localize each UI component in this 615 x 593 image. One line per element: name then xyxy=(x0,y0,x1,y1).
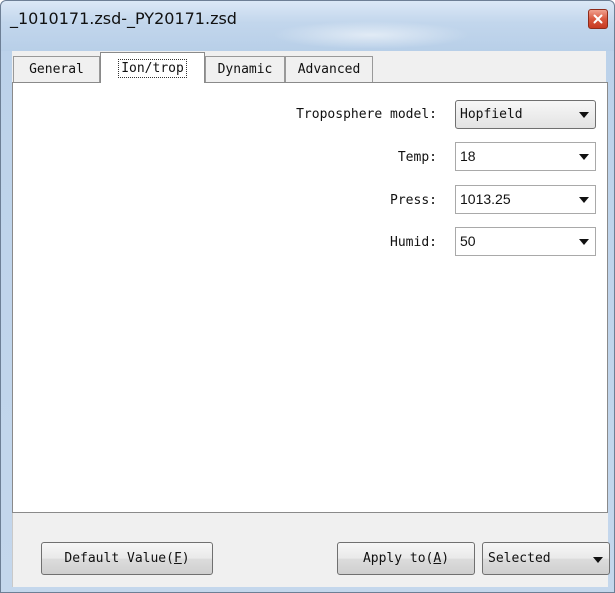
default-value-close: ) xyxy=(181,551,190,566)
temp-value: 18 xyxy=(460,148,476,164)
default-value-accel: F xyxy=(173,551,182,566)
apply-to-accel: A xyxy=(433,551,442,566)
close-button[interactable] xyxy=(588,9,608,29)
tab-advanced[interactable]: Advanced xyxy=(285,56,373,82)
humid-value: 50 xyxy=(460,233,476,249)
humid-label: Humid: xyxy=(390,235,437,250)
press-combo[interactable]: 1013.25 xyxy=(455,185,596,214)
window-title: _1010171.zsd-_PY20171.zsd xyxy=(10,9,237,28)
tab-general-label: General xyxy=(29,62,84,77)
tab-ion-trop-label: Ion/trop xyxy=(118,58,187,78)
tab-ion-trop[interactable]: Ion/trop xyxy=(100,52,205,83)
humid-combo[interactable]: 50 xyxy=(455,227,596,256)
apply-target-value: Selected xyxy=(488,551,551,566)
ion-trop-panel: Troposphere model: Hopfield Temp: 18 Pre… xyxy=(12,82,608,513)
tab-bar: General Ion/trop Dynamic Advanced xyxy=(12,51,606,83)
tab-dynamic[interactable]: Dynamic xyxy=(205,56,285,82)
default-value-text: Default Value( xyxy=(64,551,174,566)
chevron-down-icon xyxy=(579,197,589,203)
apply-to-button[interactable]: Apply to(A) xyxy=(337,542,475,575)
chevron-down-icon xyxy=(579,239,589,245)
chevron-down-icon xyxy=(593,557,603,563)
troposphere-model-select[interactable]: Hopfield xyxy=(455,100,596,129)
title-bar[interactable]: _1010171.zsd-_PY20171.zsd xyxy=(1,1,614,51)
troposphere-model-value: Hopfield xyxy=(460,107,523,122)
temp-label: Temp: xyxy=(397,150,437,165)
default-value-button[interactable]: Default Value(F) xyxy=(41,542,213,575)
apply-to-close: ) xyxy=(441,551,450,566)
temp-combo[interactable]: 18 xyxy=(455,142,596,171)
apply-to-text: Apply to( xyxy=(362,551,434,566)
dialog-footer: Default Value(F) Apply to(A) Selected xyxy=(12,513,610,587)
chevron-down-icon xyxy=(579,112,589,118)
dialog-window: _1010171.zsd-_PY20171.zsd General Ion/tr… xyxy=(0,0,615,593)
tab-advanced-label: Advanced xyxy=(297,62,361,77)
close-icon xyxy=(593,14,603,24)
tab-general[interactable]: General xyxy=(13,56,100,82)
troposphere-model-label: Troposphere model: xyxy=(296,107,437,122)
chevron-down-icon xyxy=(579,154,589,160)
tab-dynamic-label: Dynamic xyxy=(217,62,273,77)
press-label: Press: xyxy=(390,193,437,208)
apply-target-select[interactable]: Selected xyxy=(482,542,610,575)
press-value: 1013.25 xyxy=(460,191,511,207)
